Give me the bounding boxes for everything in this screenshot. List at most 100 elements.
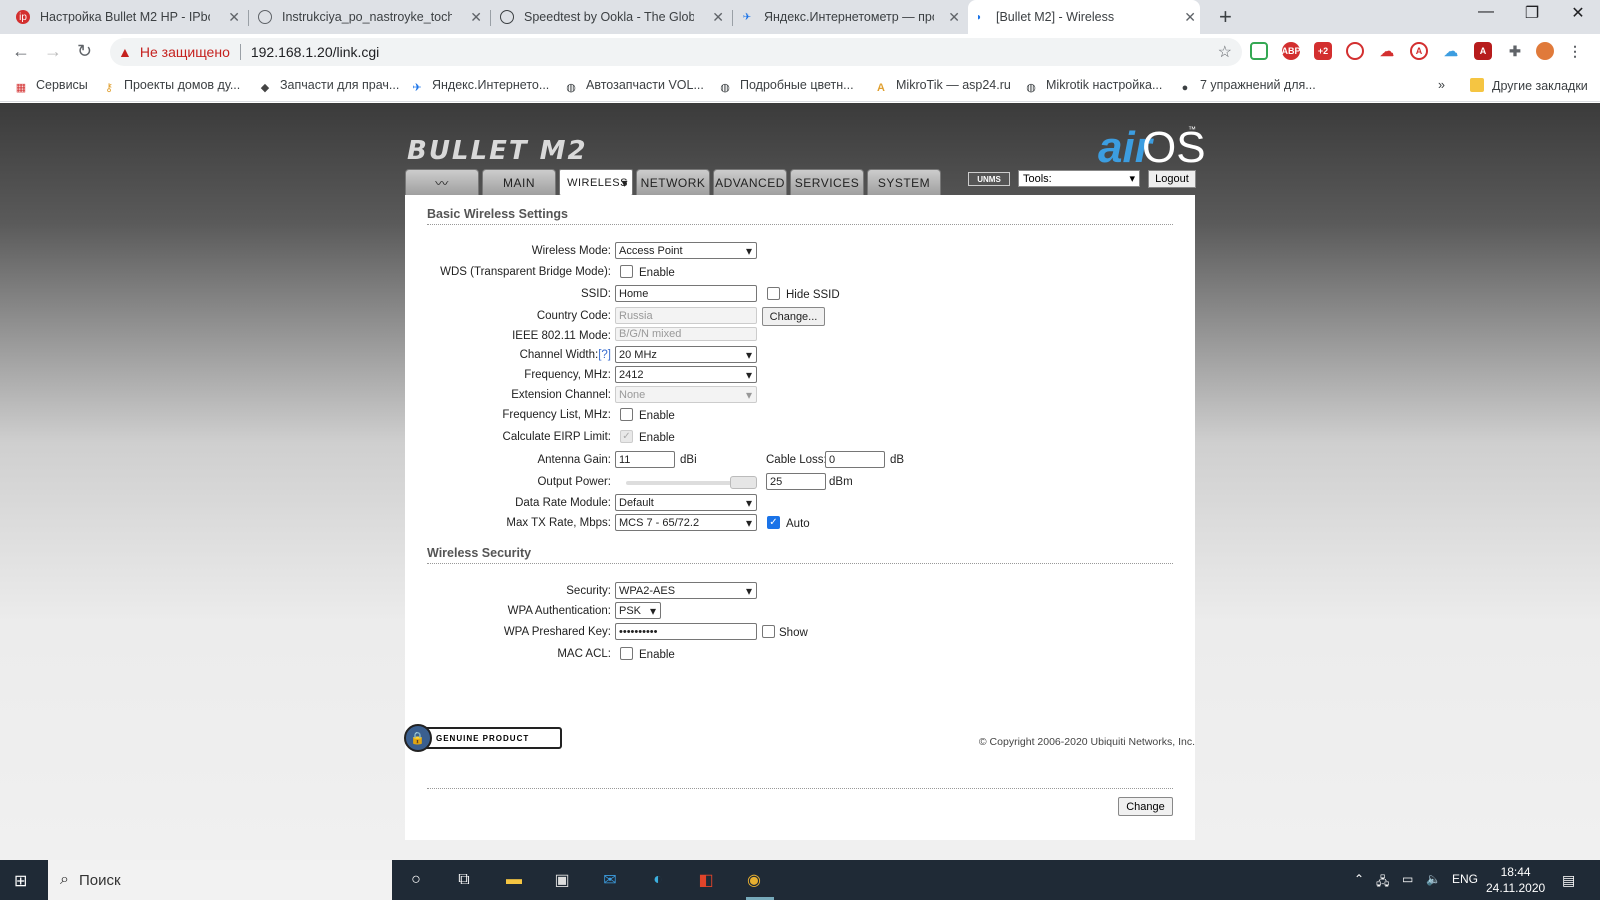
max-tx-select[interactable]: MCS 7 - 65/72.2 bbox=[615, 514, 757, 531]
security-select[interactable]: WPA2-AES bbox=[615, 582, 757, 599]
bookmark[interactable]: ◍ Mikrotik настройка... bbox=[1024, 78, 1162, 95]
country-change-button[interactable]: Change... bbox=[762, 307, 825, 326]
url-text[interactable]: 192.168.1.20/link.cgi bbox=[239, 44, 379, 60]
taskbar-clock[interactable]: 18:44 24.11.2020 bbox=[1486, 864, 1545, 896]
field-label: Frequency, MHz: bbox=[524, 369, 611, 381]
browser-tab[interactable]: ✈ Яндекс.Интернетометр — прове ✕ bbox=[736, 0, 964, 34]
tab-wireless[interactable]: WIRELESS bbox=[559, 169, 633, 196]
back-icon[interactable]: ← bbox=[12, 41, 30, 62]
mail-icon[interactable]: ✉ bbox=[598, 868, 622, 892]
security-label[interactable]: Не защищено bbox=[140, 44, 230, 60]
office-icon[interactable]: ◧ bbox=[694, 868, 718, 892]
bookmark-label: Mikrotik настройка... bbox=[1046, 78, 1163, 92]
output-power-slider-handle[interactable] bbox=[730, 476, 757, 489]
wds-checkbox[interactable] bbox=[620, 265, 633, 278]
mac-acl-checkbox[interactable] bbox=[620, 647, 633, 660]
wireless-mode-select[interactable]: Access Point bbox=[615, 242, 757, 259]
profile-avatar[interactable] bbox=[1536, 42, 1554, 60]
restore-icon[interactable]: ❐ bbox=[1512, 3, 1552, 23]
output-power-input[interactable]: 25 bbox=[766, 473, 826, 490]
data-rate-select[interactable]: Default bbox=[615, 494, 757, 511]
frequency-list-checkbox[interactable] bbox=[620, 408, 633, 421]
network-icon[interactable]: 🖧 bbox=[1376, 872, 1389, 893]
close-icon[interactable]: ✕ bbox=[470, 9, 482, 26]
input-value: Home bbox=[619, 287, 649, 300]
bookmark[interactable]: ◆ Запчасти для прач... bbox=[258, 78, 400, 95]
unms-badge[interactable]: UNMS bbox=[968, 172, 1010, 186]
adblock-icon[interactable]: ABP bbox=[1282, 42, 1301, 60]
change-button[interactable]: Change bbox=[1118, 797, 1173, 816]
language-indicator[interactable]: ENG bbox=[1452, 872, 1478, 886]
bookmark-apps[interactable]: ▦ Сервисы bbox=[14, 78, 88, 95]
new-tab-icon[interactable]: + bbox=[1219, 4, 1232, 30]
edge-icon[interactable]: ◐ bbox=[646, 868, 670, 892]
minimize-icon[interactable]: — bbox=[1466, 3, 1506, 21]
field-label: Security: bbox=[566, 585, 611, 597]
max-tx-auto-checkbox[interactable]: ✓ bbox=[767, 516, 780, 529]
close-icon[interactable]: ✕ bbox=[228, 9, 240, 26]
translate-extension-icon[interactable] bbox=[1250, 42, 1268, 60]
taskbar-search[interactable]: ⌕ Поиск bbox=[48, 860, 392, 900]
bookmark-label: Запчасти для прач... bbox=[280, 78, 400, 92]
browser-tab[interactable]: ip Настройка Bullet M2 HP - IPboo ✕ bbox=[12, 0, 244, 34]
bookmark[interactable]: A MikroTik — asp24.ru bbox=[874, 78, 1011, 96]
extension-red-circle-icon[interactable] bbox=[1346, 42, 1364, 60]
row-frequency: Frequency, MHz: 2412 bbox=[405, 366, 1195, 386]
hide-ssid-checkbox[interactable] bbox=[767, 287, 780, 300]
extension-a-icon[interactable]: A bbox=[1410, 42, 1428, 60]
bookmark[interactable]: ⚷ Проекты домов ду... bbox=[102, 78, 240, 95]
bookmark[interactable]: ◍ Автозапчасти VOL... bbox=[564, 78, 704, 95]
antenna-gain-input[interactable]: 11 bbox=[615, 451, 675, 468]
monitor-icon[interactable]: ▭ bbox=[1402, 872, 1413, 886]
browser-tab-active[interactable]: ◗ [Bullet M2] - Wireless ✕ bbox=[968, 0, 1200, 34]
tab-system[interactable]: SYSTEM bbox=[867, 169, 941, 195]
close-icon[interactable]: ✕ bbox=[948, 9, 960, 26]
bookmark[interactable]: ● 7 упражнений для... bbox=[1178, 78, 1316, 96]
row-channel-width: Channel Width:[?] 20 MHz bbox=[405, 346, 1195, 366]
psk-input[interactable]: •••••••••• bbox=[615, 623, 757, 640]
menu-kebab-icon[interactable]: ⋮ bbox=[1566, 42, 1584, 60]
frequency-select[interactable]: 2412 bbox=[615, 366, 757, 383]
volume-icon[interactable]: 🔈 bbox=[1426, 872, 1441, 886]
bookmark-star-icon[interactable]: ☆ bbox=[1218, 42, 1232, 62]
cloud-blue-icon[interactable]: ☁ bbox=[1442, 42, 1460, 60]
tools-select[interactable]: Tools: ▾ bbox=[1018, 170, 1140, 187]
task-view-icon[interactable]: ⧉ bbox=[452, 868, 476, 892]
windows-start-icon[interactable]: ⊞ bbox=[14, 871, 27, 891]
wireless-icon: ◗ bbox=[975, 11, 983, 23]
bookmark[interactable]: ◍ Подробные цветн... bbox=[718, 78, 853, 95]
reload-icon[interactable]: ↻ bbox=[77, 41, 92, 62]
tab-main[interactable]: MAIN bbox=[482, 169, 556, 195]
bookmark[interactable]: ✈ Яндекс.Интернето... bbox=[410, 78, 549, 95]
notifications-icon[interactable]: ▤ bbox=[1562, 872, 1575, 889]
forward-icon[interactable]: → bbox=[44, 41, 62, 62]
address-bar[interactable]: ▲ Не защищено 192.168.1.20/link.cgi ☆ bbox=[110, 38, 1242, 66]
wpa-auth-select[interactable]: PSK bbox=[615, 602, 661, 619]
psk-show-checkbox[interactable] bbox=[762, 625, 775, 638]
channel-width-select[interactable]: 20 MHz bbox=[615, 346, 757, 363]
tab-ubnt-logo[interactable]: 〰 bbox=[405, 169, 479, 195]
tab-advanced[interactable]: ADVANCED bbox=[713, 169, 787, 195]
pdf-icon[interactable]: A bbox=[1474, 42, 1492, 60]
browser-tab[interactable]: Speedtest by Ookla - The Global ✕ bbox=[496, 0, 728, 34]
file-explorer-icon[interactable]: ▬ bbox=[502, 868, 526, 892]
tray-chevron-icon[interactable]: ⌃ bbox=[1354, 872, 1364, 886]
tab-network[interactable]: NETWORK bbox=[636, 169, 710, 195]
other-bookmarks[interactable]: Другие закладки bbox=[1470, 78, 1588, 93]
chrome-icon[interactable]: ◉ bbox=[742, 868, 766, 892]
cloud-icon[interactable]: ☁ bbox=[1378, 42, 1396, 60]
more-bookmarks-chevron[interactable]: » bbox=[1438, 78, 1445, 92]
extensions-puzzle-icon[interactable]: ✚ bbox=[1506, 42, 1524, 60]
browser-tab[interactable]: Instrukciya_po_nastroyke_tochki_ ✕ bbox=[254, 0, 486, 34]
close-icon[interactable]: ✕ bbox=[1184, 9, 1196, 26]
store-icon[interactable]: ▣ bbox=[550, 868, 574, 892]
help-link[interactable]: [?] bbox=[598, 349, 611, 361]
ssid-input[interactable]: Home bbox=[615, 285, 757, 302]
cable-loss-input[interactable]: 0 bbox=[825, 451, 885, 468]
tab-services[interactable]: SERVICES bbox=[790, 169, 864, 195]
extension-badge-icon[interactable]: +2 bbox=[1314, 42, 1332, 60]
close-icon[interactable]: ✕ bbox=[712, 9, 724, 26]
cortana-icon[interactable]: ○ bbox=[404, 868, 428, 892]
close-window-icon[interactable]: ✕ bbox=[1558, 3, 1598, 23]
logout-button[interactable]: Logout bbox=[1148, 170, 1196, 188]
